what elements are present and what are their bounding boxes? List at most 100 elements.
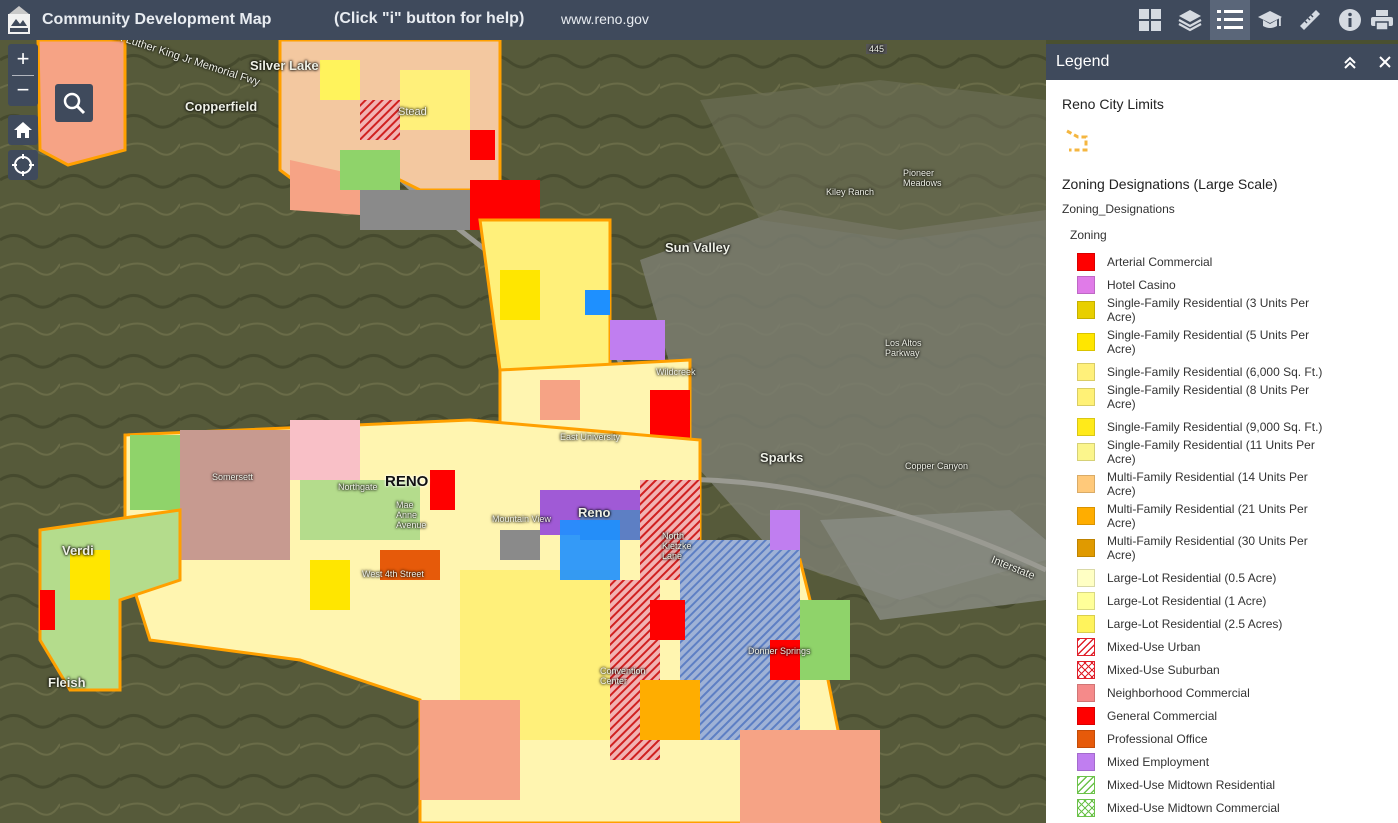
map-label-stead: Stead (398, 106, 427, 118)
map-label-losaltos: Los Altos Parkway (885, 338, 922, 358)
map-view[interactable]: Martin Luther King Jr Memorial Fwy Silve… (0, 40, 1046, 823)
legend-item: Single-Family Residential (8 Units Per A… (1077, 383, 1377, 411)
reno-city-logo (8, 6, 30, 34)
map-label-wildcreek: Wildcreek (656, 367, 696, 377)
legend-item-label: Multi-Family Residential (30 Units Per A… (1107, 534, 1308, 562)
list-icon (1217, 10, 1243, 29)
legend-item-label: Mixed-Use Midtown Commercial (1107, 801, 1280, 815)
legend-swatch (1077, 363, 1095, 381)
legend-item-label: Single-Family Residential (6,000 Sq. Ft.… (1107, 365, 1323, 379)
print-button[interactable] (1366, 0, 1398, 40)
map-label-eastuniv: East University (560, 432, 621, 442)
printer-icon (1371, 10, 1393, 31)
legend-item: Multi-Family Residential (21 Units Per A… (1077, 502, 1377, 530)
legend-item: Professional Office (1077, 730, 1377, 748)
education-button[interactable] (1250, 0, 1290, 40)
legend-item-label: Arterial Commercial (1107, 255, 1213, 269)
legend-item-label: Mixed-Use Midtown Residential (1107, 778, 1276, 792)
map-label-northgate: Northgate (338, 482, 378, 492)
legend-swatch (1077, 388, 1095, 406)
legend-item-label: Single-Family Residential (3 Units Per A… (1107, 296, 1310, 324)
map-label-convention: Convention Center (600, 666, 646, 686)
legend-swatch (1077, 707, 1095, 725)
legend-item-label: Multi-Family Residential (14 Units Per A… (1107, 470, 1308, 498)
site-link[interactable]: www.reno.gov (561, 11, 649, 27)
legend-item: Mixed Employment (1077, 753, 1377, 771)
legend-item: Single-Family Residential (3 Units Per A… (1077, 296, 1377, 324)
legend-item-label: Single-Family Residential (8 Units Per A… (1107, 383, 1310, 411)
legend-swatch (1077, 638, 1095, 656)
map-label-copperfield: Copperfield (185, 99, 258, 114)
legend-body: Reno City Limits Zoning Designations (La… (1046, 80, 1398, 823)
zoom-out-button[interactable]: − (8, 75, 38, 106)
map-label-fleish: Fleish (48, 675, 86, 690)
zoom-control: + − (8, 44, 38, 106)
legend-layer-zoning: Zoning Designations (Large Scale) (1062, 176, 1278, 192)
collapse-icon[interactable] (1343, 56, 1357, 70)
legend-item-label: Mixed Employment (1107, 755, 1210, 769)
legend-item: Neighborhood Commercial (1077, 684, 1377, 702)
help-hint: (Click "i" button for help) (334, 10, 525, 27)
map-label-kiley: Kiley Ranch (826, 187, 875, 197)
legend-item: Mixed-Use Urban (1077, 638, 1377, 656)
legend-swatch (1077, 730, 1095, 748)
map-label-maeanne: Mae Anne Avenue (396, 500, 427, 530)
legend-item: Mixed-Use Midtown Residential (1077, 776, 1377, 794)
zoning-map-canvas (0, 40, 1046, 823)
legend-item: Mixed-Use Midtown Commercial (1077, 799, 1377, 817)
home-button[interactable] (8, 115, 38, 145)
layer-list-button[interactable] (1170, 0, 1210, 40)
legend-item: Large-Lot Residential (1 Acre) (1077, 592, 1377, 610)
legend-item-label: Mixed-Use Suburban (1107, 663, 1220, 677)
info-icon (1339, 9, 1361, 31)
legend-swatch (1077, 539, 1095, 557)
legend-swatch (1077, 615, 1095, 633)
legend-field: Zoning (1070, 228, 1107, 242)
app-title: Community Development Map (42, 11, 272, 28)
legend-item: Hotel Casino (1077, 276, 1377, 294)
legend-item: Single-Family Residential (5 Units Per A… (1077, 328, 1377, 356)
legend-item: General Commercial (1077, 707, 1377, 725)
legend-item-label: Multi-Family Residential (21 Units Per A… (1107, 502, 1308, 530)
legend-item-label: General Commercial (1107, 709, 1218, 723)
legend-swatch (1077, 799, 1095, 817)
legend-item-label: Neighborhood Commercial (1107, 686, 1250, 700)
legend-title: Legend (1056, 53, 1110, 70)
layers-icon (1178, 10, 1202, 32)
search-button[interactable] (55, 84, 93, 122)
search-icon (63, 92, 86, 115)
legend-layer-city-limits: Reno City Limits (1062, 96, 1164, 112)
legend-button[interactable] (1210, 0, 1250, 40)
legend-swatch (1077, 333, 1095, 351)
legend-item-label: Professional Office (1107, 732, 1208, 746)
legend-swatch (1077, 443, 1095, 461)
about-button[interactable] (1330, 0, 1370, 40)
legend-panel: Legend Reno City Limits Zoning Designati… (1046, 44, 1398, 823)
legend-item-label: Large-Lot Residential (0.5 Acre) (1107, 571, 1277, 585)
legend-item-label: Large-Lot Residential (2.5 Acres) (1107, 617, 1283, 631)
map-label-silverlake: Silver Lake (250, 58, 319, 73)
home-icon (14, 122, 32, 138)
legend-swatch (1077, 776, 1095, 794)
legend-swatch (1077, 475, 1095, 493)
grid-icon (1139, 9, 1161, 31)
basemap-gallery-button[interactable] (1130, 0, 1170, 40)
map-label-northkietzke: North Kietzke Lane (662, 531, 692, 561)
graduation-cap-icon (1258, 11, 1282, 28)
legend-item-label: Single-Family Residential (9,000 Sq. Ft.… (1107, 420, 1323, 434)
legend-swatch (1077, 418, 1095, 436)
map-label-west4th: West 4th Street (362, 569, 424, 579)
map-label-coppercanyon: Copper Canyon (905, 461, 969, 471)
legend-item: Large-Lot Residential (2.5 Acres) (1077, 615, 1377, 633)
legend-item: Multi-Family Residential (14 Units Per A… (1077, 470, 1377, 498)
zoom-in-button[interactable]: + (8, 44, 38, 75)
locate-button[interactable] (8, 150, 38, 180)
close-icon[interactable] (1379, 56, 1391, 68)
legend-swatch (1077, 684, 1095, 702)
map-label-verdi: Verdi (62, 543, 94, 558)
legend-item-label: Hotel Casino (1107, 278, 1176, 292)
legend-item-label: Single-Family Residential (5 Units Per A… (1107, 328, 1310, 356)
measure-button[interactable] (1290, 0, 1330, 40)
ruler-icon (1300, 10, 1320, 30)
map-label-mountainview: Mountain View (492, 514, 551, 524)
